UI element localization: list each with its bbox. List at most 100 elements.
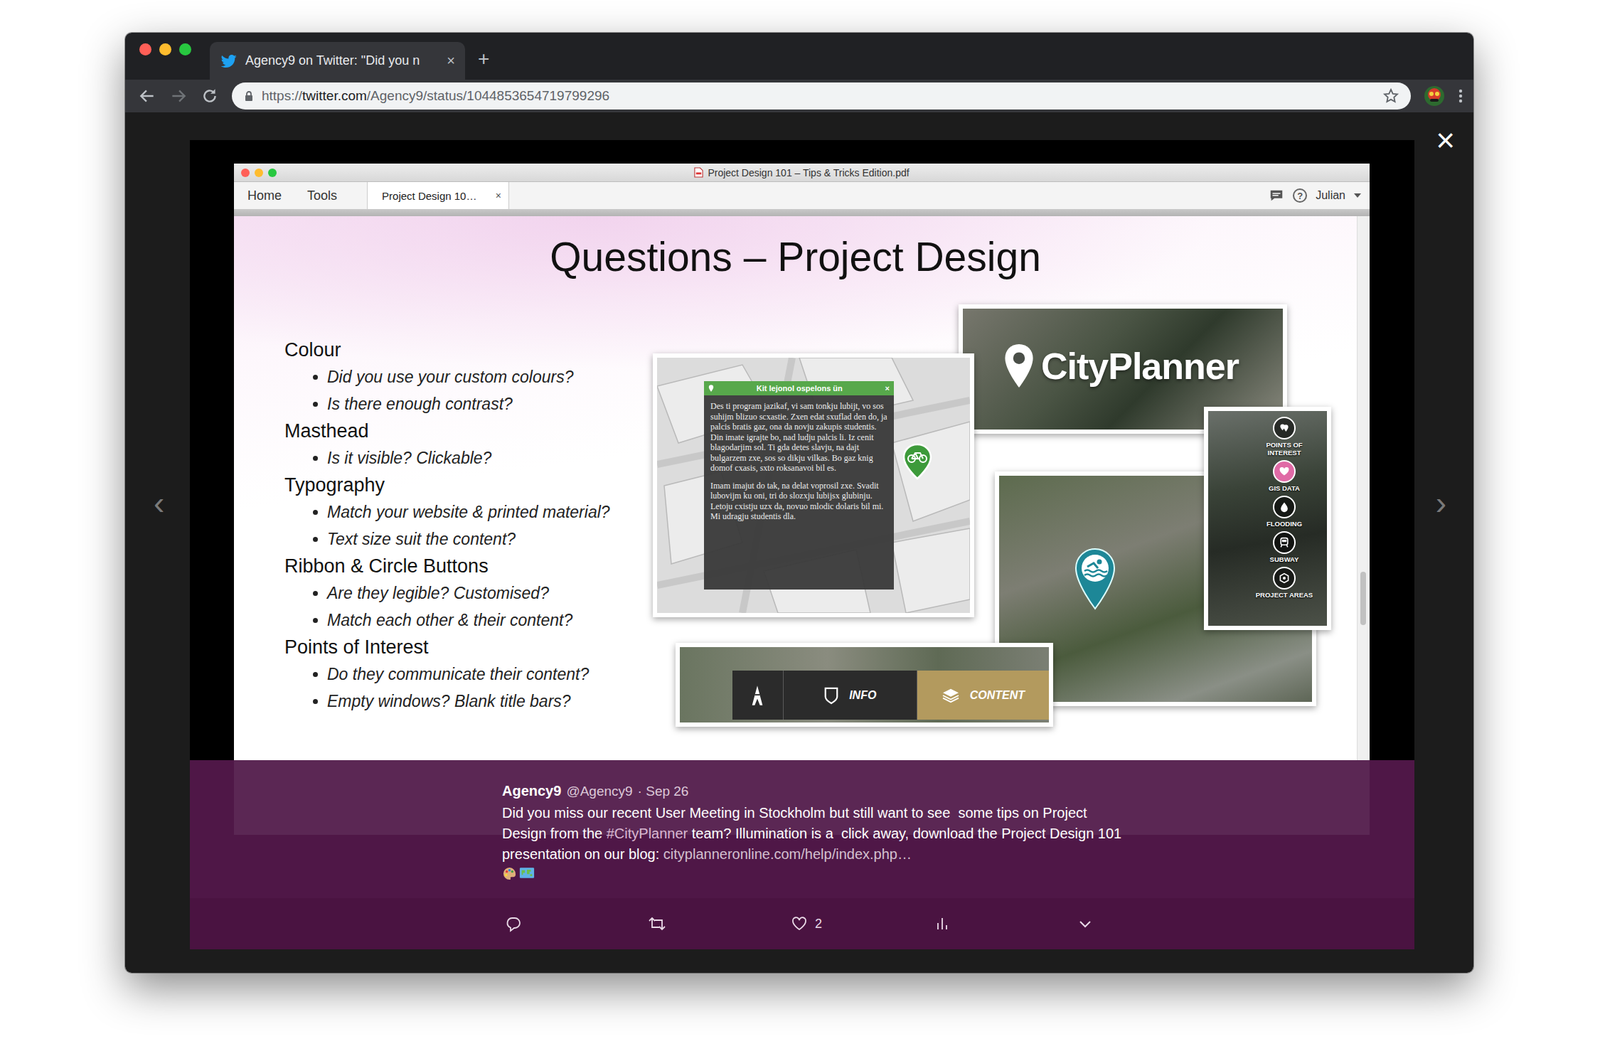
lightbox-close-button[interactable]: × bbox=[1435, 122, 1455, 158]
back-arrow-icon[interactable] bbox=[137, 86, 157, 106]
previous-button[interactable]: ‹ bbox=[153, 484, 165, 521]
scrollbar[interactable] bbox=[1356, 216, 1370, 761]
bullet-text: Did you use your custom colours? bbox=[327, 363, 574, 391]
tab-title: Agency9 on Twitter: "Did you n bbox=[245, 53, 420, 69]
section-heading: Masthead bbox=[284, 417, 653, 445]
layer-button[interactable] bbox=[1272, 460, 1296, 483]
desktop: Agency9 on Twitter: "Did you n × + https://… bbox=[0, 0, 1600, 1056]
pdf-close-button[interactable] bbox=[241, 168, 250, 178]
hashtag-link[interactable]: #CityPlanner bbox=[606, 825, 689, 842]
chevron-down-icon[interactable] bbox=[1076, 915, 1094, 933]
zoom-window-button[interactable] bbox=[179, 43, 192, 56]
author-name[interactable]: Agency9 bbox=[502, 781, 562, 800]
layer-label: POINTS OF INTEREST bbox=[1250, 440, 1319, 457]
menu-dots-icon[interactable] bbox=[1457, 87, 1464, 105]
layer-button[interactable] bbox=[1272, 531, 1296, 554]
twitter-bird-icon bbox=[221, 53, 237, 69]
bullet-dot bbox=[312, 672, 318, 677]
bullet-dot bbox=[312, 590, 318, 596]
minimize-window-button[interactable] bbox=[159, 43, 172, 56]
popup-header: Kit lejonol ospelons ün× bbox=[704, 381, 894, 396]
slide: Questions – Project DesignColourDid you … bbox=[233, 216, 1357, 761]
bullet-item: Match each other & their content? bbox=[284, 606, 653, 634]
bullet-item: Text size suit the content? bbox=[284, 525, 653, 553]
next-button[interactable]: › bbox=[1435, 484, 1447, 521]
popup-title: Kit lejonol ospelons ün bbox=[716, 384, 883, 393]
url-host: twitter.com bbox=[302, 88, 367, 104]
pdf-page-area: Questions – Project DesignColourDid you … bbox=[233, 216, 1370, 761]
layer-button[interactable] bbox=[1272, 416, 1296, 440]
analytics-icon[interactable] bbox=[933, 915, 951, 933]
like-count[interactable]: 2 bbox=[814, 916, 823, 932]
bullet-text: Do they communicate their content? bbox=[327, 660, 589, 688]
window-controls bbox=[139, 43, 192, 56]
tab-close-button[interactable]: × bbox=[439, 52, 456, 69]
menu-item[interactable]: Tools bbox=[307, 182, 338, 210]
bullet-text: Is there enough contrast? bbox=[327, 390, 513, 418]
user-dropdown-icon[interactable] bbox=[1353, 193, 1362, 198]
ribbon-button[interactable]: CONTENT bbox=[916, 670, 1049, 720]
help-button[interactable]: ? bbox=[1292, 188, 1308, 203]
document-tab-label: Project Design 10… bbox=[381, 189, 477, 202]
bullet-dot bbox=[312, 401, 318, 407]
bullet-item: Match your website & printed material? bbox=[284, 498, 653, 526]
tweet-body: Did you miss our recent User Meeting in … bbox=[502, 802, 1128, 865]
bullet-dot bbox=[312, 699, 318, 704]
url-link[interactable]: cityplanneronline.com/help/index.php… bbox=[663, 846, 912, 862]
pdf-minimize-button[interactable] bbox=[254, 168, 264, 178]
layer-item[interactable]: PROJECT AREAS bbox=[1250, 566, 1319, 599]
browser-tab[interactable]: Agency9 on Twitter: "Did you n × bbox=[209, 41, 466, 80]
layer-item[interactable]: POINTS OF INTEREST bbox=[1250, 416, 1319, 457]
layer-button[interactable] bbox=[1272, 495, 1296, 519]
pdf-zoom-button[interactable] bbox=[268, 168, 277, 178]
url-scheme: https:// bbox=[261, 88, 303, 104]
like-action: 2 bbox=[790, 915, 934, 933]
retweet-action bbox=[647, 915, 791, 933]
bookmark-star-icon[interactable] bbox=[1382, 87, 1400, 105]
project-areas-icon bbox=[1278, 572, 1290, 584]
ribbon-button[interactable]: INFO bbox=[782, 670, 917, 720]
layer-item[interactable]: SUBWAY bbox=[1250, 531, 1319, 564]
bullet-dot bbox=[312, 509, 318, 515]
document-tab[interactable]: Project Design 10… × bbox=[366, 182, 510, 210]
popup-close[interactable]: × bbox=[885, 384, 890, 393]
screenshot-collage: CityPlannerKit lejonol ospelons ün×Des t… bbox=[652, 304, 1332, 733]
map-card: Kit lejonol ospelons ün×Des ti program j… bbox=[652, 353, 975, 618]
section-heading: Colour bbox=[284, 336, 653, 364]
url-path: /Agency9/status/1044853654719799296 bbox=[366, 88, 610, 104]
layer-item[interactable]: FLOODING bbox=[1250, 495, 1319, 528]
reload-icon[interactable] bbox=[200, 86, 220, 106]
ribbon-bar: INFO CONTENT bbox=[732, 670, 1049, 720]
browser-toolbar: https://twitter.com/Agency9/status/10448… bbox=[125, 79, 1474, 113]
profile-avatar-icon[interactable] bbox=[1423, 85, 1445, 107]
document-tab-close[interactable]: × bbox=[495, 189, 502, 202]
pdf-file-icon bbox=[694, 167, 704, 178]
heart-icon[interactable] bbox=[790, 915, 808, 933]
close-window-button[interactable] bbox=[139, 43, 152, 56]
bullet-item: Is it visible? Clickable? bbox=[284, 444, 653, 472]
bullet-text: Text size suit the content? bbox=[327, 525, 516, 553]
layer-button[interactable] bbox=[1272, 566, 1296, 590]
reply-icon[interactable] bbox=[504, 915, 522, 933]
author-handle[interactable]: @Agency9 bbox=[566, 782, 633, 801]
bullet-text: Is it visible? Clickable? bbox=[327, 444, 492, 472]
user-name[interactable]: Julian bbox=[1315, 189, 1346, 202]
tweet-header: Agency9@Agency9· Sep 26 bbox=[502, 781, 1128, 801]
comment-icon[interactable] bbox=[1268, 187, 1285, 204]
emoji-row bbox=[502, 866, 1128, 882]
ribbon-card: INFO CONTENT bbox=[675, 642, 1054, 727]
new-tab-button[interactable]: + bbox=[477, 47, 490, 71]
tweet-date[interactable]: · Sep 26 bbox=[637, 782, 690, 801]
scroll-thumb[interactable] bbox=[1360, 571, 1367, 626]
menu-item[interactable]: Home bbox=[247, 182, 282, 210]
retweet-icon[interactable] bbox=[647, 915, 667, 933]
layer-item[interactable]: GIS DATA bbox=[1250, 460, 1319, 493]
ribbon-label: CONTENT bbox=[969, 689, 1025, 702]
bullet-dot bbox=[312, 617, 318, 623]
address-bar[interactable]: https://twitter.com/Agency9/status/10448… bbox=[231, 82, 1411, 110]
media-overlap bbox=[233, 760, 1370, 835]
home-segment[interactable] bbox=[732, 670, 783, 720]
analytics-action bbox=[933, 915, 1077, 933]
forward-arrow-icon[interactable] bbox=[169, 86, 188, 106]
bullet-text: Match your website & printed material? bbox=[327, 498, 611, 526]
